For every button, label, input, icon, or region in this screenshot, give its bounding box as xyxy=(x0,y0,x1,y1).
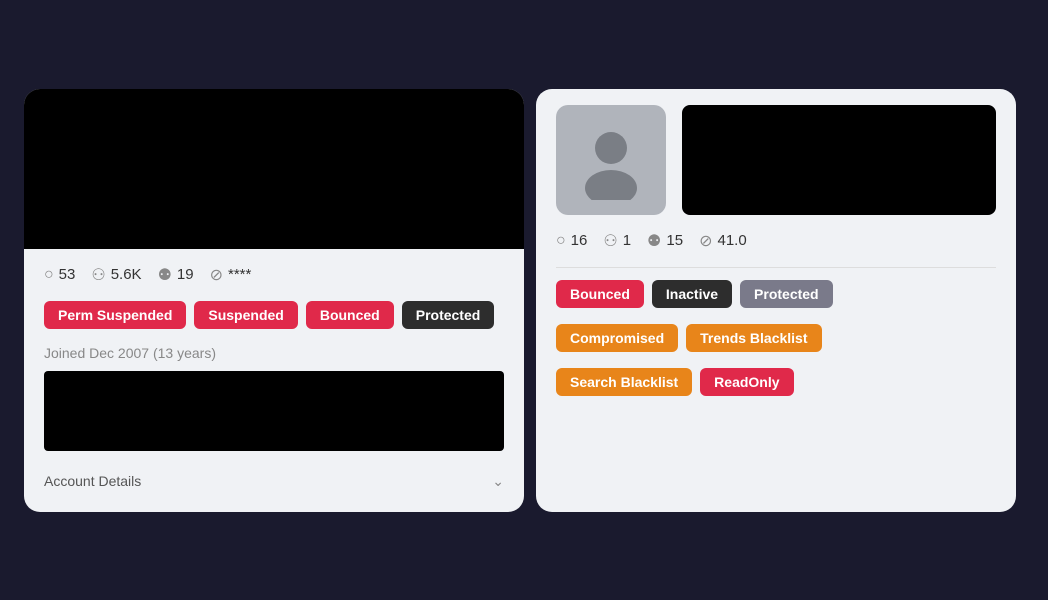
left-stat-following-value: 19 xyxy=(177,266,194,283)
account-details-row[interactable]: Account Details ⌄ xyxy=(44,467,504,496)
right-stat-followers-value: 1 xyxy=(623,232,631,249)
person-icon xyxy=(571,120,651,200)
left-stat-followers: ⚇ 5.6K xyxy=(91,265,141,285)
right-card: ○ 16 ⚇ 1 ⚉ 15 ⊘ 41.0 Bounced xyxy=(536,89,1016,512)
right-stat-following: ⚉ 15 xyxy=(647,231,683,251)
right-stat-extra-value: 41.0 xyxy=(717,232,746,249)
following-icon-right: ⚉ xyxy=(647,231,661,251)
perm-suspended-tag[interactable]: Perm Suspended xyxy=(44,301,186,329)
comment-icon-right: ○ xyxy=(556,232,566,250)
ban-icon-right: ⊘ xyxy=(699,231,712,251)
following-icon: ⚉ xyxy=(158,265,172,285)
left-stat-comments-value: 53 xyxy=(59,266,76,283)
right-bounced-tag[interactable]: Bounced xyxy=(556,280,644,308)
right-header xyxy=(536,89,1016,215)
right-stats-row: ○ 16 ⚇ 1 ⚉ 15 ⊘ 41.0 xyxy=(556,231,996,251)
right-inactive-tag[interactable]: Inactive xyxy=(652,280,732,308)
compromised-tag[interactable]: Compromised xyxy=(556,324,678,352)
left-tags-row: Perm Suspended Suspended Bounced Protect… xyxy=(44,301,504,329)
right-tags-row1: Bounced Inactive Protected xyxy=(556,280,996,308)
left-banner-image xyxy=(24,89,524,249)
suspended-tag[interactable]: Suspended xyxy=(194,301,297,329)
followers-icon: ⚇ xyxy=(91,265,105,285)
bounced-tag[interactable]: Bounced xyxy=(306,301,394,329)
left-card: ○ 53 ⚇ 5.6K ⚉ 19 ⊘ **** Perm Suspende xyxy=(24,89,524,512)
chevron-down-icon: ⌄ xyxy=(492,473,504,490)
avatar xyxy=(556,105,666,215)
readonly-tag[interactable]: ReadOnly xyxy=(700,368,793,396)
right-stat-comments: ○ 16 xyxy=(556,232,587,250)
left-stat-extra: ⊘ **** xyxy=(210,265,252,285)
right-tags-row3: Search Blacklist ReadOnly xyxy=(556,368,996,396)
left-info-box xyxy=(44,371,504,451)
ban-icon: ⊘ xyxy=(210,265,223,285)
search-blacklist-tag[interactable]: Search Blacklist xyxy=(556,368,692,396)
right-stat-extra: ⊘ 41.0 xyxy=(699,231,747,251)
left-stat-following: ⚉ 19 xyxy=(158,265,194,285)
left-stat-followers-value: 5.6K xyxy=(111,266,142,283)
followers-icon-right: ⚇ xyxy=(603,231,617,251)
main-container: ○ 53 ⚇ 5.6K ⚉ 19 ⊘ **** Perm Suspende xyxy=(24,89,1024,512)
right-stat-comments-value: 16 xyxy=(571,232,588,249)
separator-1 xyxy=(556,267,996,268)
right-stat-followers: ⚇ 1 xyxy=(603,231,631,251)
comment-icon: ○ xyxy=(44,266,54,284)
protected-tag[interactable]: Protected xyxy=(402,301,495,329)
trends-blacklist-tag[interactable]: Trends Blacklist xyxy=(686,324,821,352)
left-stat-extra-value: **** xyxy=(228,266,251,283)
right-banner-image xyxy=(682,105,996,215)
right-stat-following-value: 15 xyxy=(666,232,683,249)
left-stats-row: ○ 53 ⚇ 5.6K ⚉ 19 ⊘ **** xyxy=(44,265,504,285)
right-tags-row2: Compromised Trends Blacklist xyxy=(556,324,996,352)
joined-date: Joined Dec 2007 (13 years) xyxy=(44,345,504,361)
account-details-label: Account Details xyxy=(44,473,141,489)
left-stat-comments: ○ 53 xyxy=(44,266,75,284)
right-protected-tag[interactable]: Protected xyxy=(740,280,833,308)
